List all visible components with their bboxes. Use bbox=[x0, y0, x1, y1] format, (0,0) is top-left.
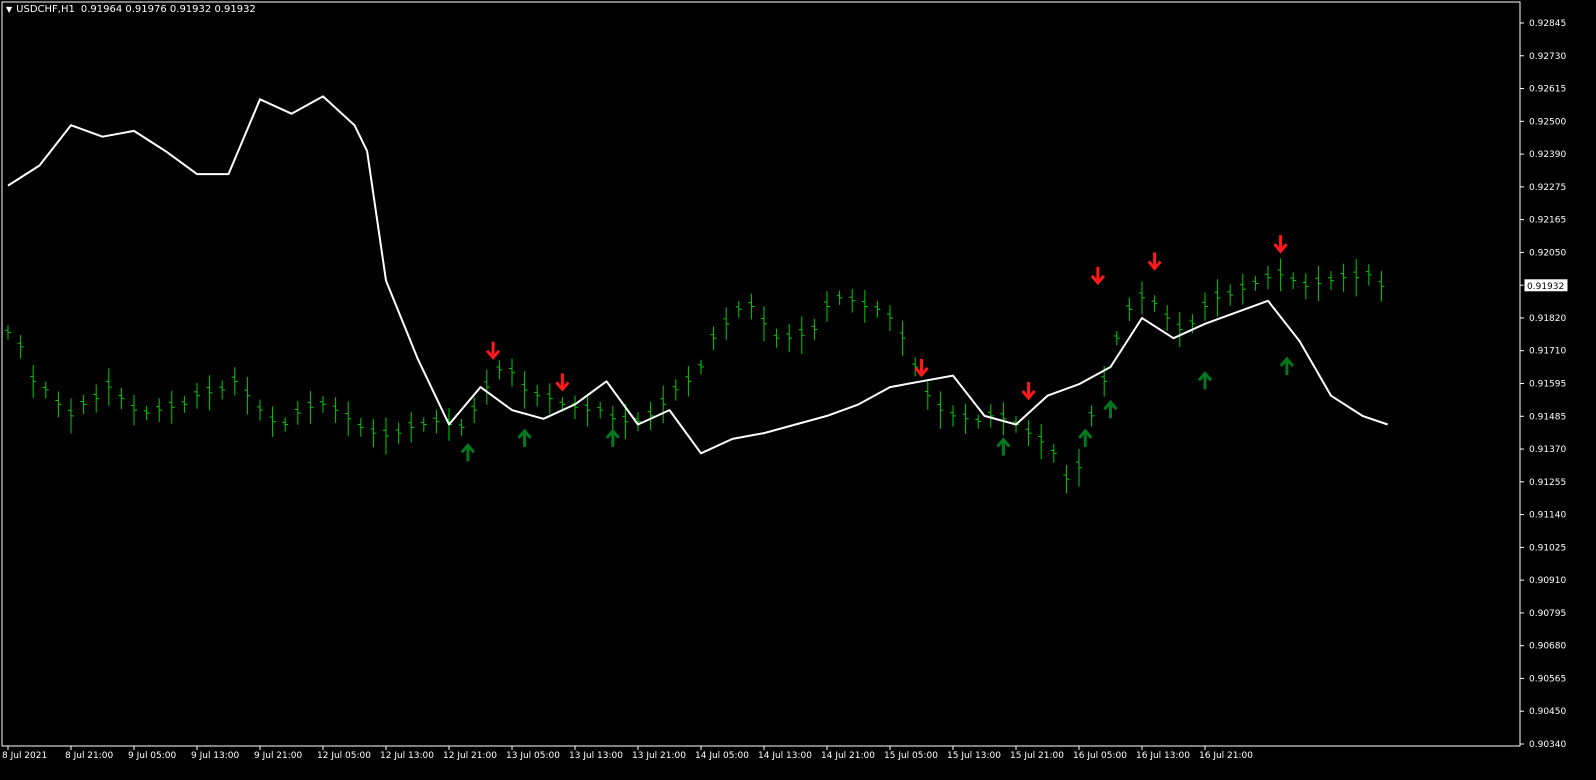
x-tick-label: 13 Jul 05:00 bbox=[506, 751, 560, 761]
y-tick-label: 0.91140 bbox=[1529, 511, 1566, 521]
y-tick-label: 0.92730 bbox=[1529, 52, 1566, 62]
y-tick-label: 0.92050 bbox=[1529, 248, 1566, 258]
y-tick-label: 0.90450 bbox=[1529, 707, 1566, 717]
y-tick-label: 0.91370 bbox=[1529, 445, 1566, 455]
y-tick-label: 0.92615 bbox=[1529, 85, 1566, 95]
y-tick-label: 0.92165 bbox=[1529, 216, 1566, 226]
x-tick-label: 9 Jul 21:00 bbox=[254, 751, 303, 761]
y-tick-label: 0.91025 bbox=[1529, 543, 1566, 553]
dropdown-triangle-icon[interactable]: ▼ bbox=[6, 5, 12, 14]
x-tick-label: 9 Jul 13:00 bbox=[191, 751, 240, 761]
x-tick-label: 14 Jul 21:00 bbox=[821, 751, 875, 761]
y-tick-label: 0.92500 bbox=[1529, 117, 1566, 127]
current-price-label: 0.91932 bbox=[1527, 282, 1564, 292]
y-tick-label: 0.91820 bbox=[1529, 314, 1566, 324]
y-tick-label: 0.91710 bbox=[1529, 347, 1566, 357]
x-tick-label: 12 Jul 13:00 bbox=[380, 751, 434, 761]
x-tick-label: 8 Jul 2021 bbox=[2, 751, 47, 761]
x-tick-label: 16 Jul 13:00 bbox=[1136, 751, 1190, 761]
y-tick-label: 0.91255 bbox=[1529, 478, 1566, 488]
y-tick-label: 0.91595 bbox=[1529, 380, 1566, 390]
symbol-label: USDCHF,H1 bbox=[16, 4, 75, 15]
y-tick-label: 0.92275 bbox=[1529, 183, 1566, 193]
y-tick-label: 0.90340 bbox=[1529, 740, 1566, 750]
x-tick-label: 15 Jul 05:00 bbox=[884, 751, 938, 761]
y-tick-label: 0.91485 bbox=[1529, 412, 1566, 422]
x-tick-label: 14 Jul 13:00 bbox=[758, 751, 812, 761]
y-tick-label: 0.90680 bbox=[1529, 642, 1566, 652]
x-tick-label: 12 Jul 05:00 bbox=[317, 751, 371, 761]
x-tick-label: 12 Jul 21:00 bbox=[443, 751, 497, 761]
y-tick-label: 0.92845 bbox=[1529, 19, 1566, 29]
x-tick-label: 13 Jul 13:00 bbox=[569, 751, 623, 761]
y-tick-label: 0.90910 bbox=[1529, 576, 1566, 586]
x-tick-label: 15 Jul 21:00 bbox=[1010, 751, 1064, 761]
chart-header: ▼ USDCHF,H1 0.91964 0.91976 0.91932 0.9193… bbox=[6, 4, 256, 15]
x-tick-label: 8 Jul 21:00 bbox=[65, 751, 114, 761]
ohlc-values: 0.91964 0.91976 0.91932 0.91932 bbox=[80, 4, 256, 15]
x-tick-label: 16 Jul 21:00 bbox=[1199, 751, 1253, 761]
x-tick-label: 16 Jul 05:00 bbox=[1073, 751, 1127, 761]
chart-background bbox=[0, 0, 1596, 780]
price-chart[interactable]: 0.92845 0.92730 0.92615 0.92500 0.92390 0.922… bbox=[0, 0, 1596, 780]
x-tick-label: 13 Jul 21:00 bbox=[632, 751, 686, 761]
x-tick-label: 15 Jul 13:00 bbox=[947, 751, 1001, 761]
current-price-box: 0.91932 bbox=[1523, 278, 1569, 293]
x-tick-label: 14 Jul 05:00 bbox=[695, 751, 749, 761]
y-tick-label: 0.90565 bbox=[1529, 674, 1566, 684]
y-tick-label: 0.92390 bbox=[1529, 150, 1566, 160]
x-tick-label: 9 Jul 05:00 bbox=[128, 751, 177, 761]
y-tick-label: 0.90795 bbox=[1529, 609, 1566, 619]
